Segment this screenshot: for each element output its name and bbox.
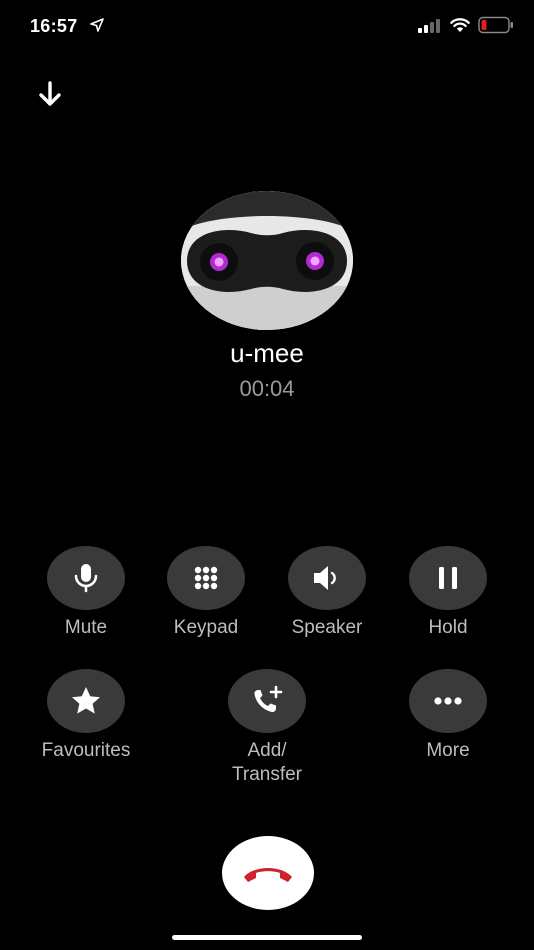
favourites-label: Favourites xyxy=(41,740,131,761)
mute-button[interactable]: Mute xyxy=(26,546,146,640)
arrow-down-icon xyxy=(39,81,61,106)
star-icon xyxy=(72,687,100,714)
home-indicator[interactable] xyxy=(172,935,362,940)
caller-avatar xyxy=(181,191,353,330)
favourites-button[interactable]: Favourites xyxy=(26,669,146,763)
more-label: More xyxy=(426,740,470,761)
speaker-label: Speaker xyxy=(291,617,363,638)
speaker-button[interactable]: Speaker xyxy=(267,546,387,640)
keypad-label: Keypad xyxy=(173,617,239,638)
speaker-icon xyxy=(314,566,336,590)
caller-name: u-mee xyxy=(230,338,304,368)
more-button[interactable]: More xyxy=(388,669,508,763)
more-dots-icon xyxy=(434,697,462,705)
status-bar: 16:57 xyxy=(0,0,534,54)
minimize-call-button[interactable] xyxy=(34,78,66,110)
hang-up-icon xyxy=(244,868,292,882)
add-transfer-label-line1: Add/ xyxy=(247,740,287,761)
keypad-button[interactable]: Keypad xyxy=(146,546,266,640)
microphone-icon xyxy=(74,564,98,593)
add-transfer-button[interactable]: Add/ Transfer xyxy=(207,669,327,787)
hold-label: Hold xyxy=(428,617,468,638)
cellular-signal-icon xyxy=(418,19,440,33)
end-call-button[interactable] xyxy=(222,836,314,910)
wifi-icon xyxy=(450,18,470,32)
call-duration: 00:04 xyxy=(239,376,295,401)
robot-avatar-icon xyxy=(181,191,353,330)
hold-button[interactable]: Hold xyxy=(388,546,508,640)
status-time: 16:57 xyxy=(30,16,78,36)
add-transfer-label-line2: Transfer xyxy=(231,764,303,785)
mute-label: Mute xyxy=(64,617,108,638)
battery-low-icon xyxy=(478,16,513,34)
location-arrow-icon xyxy=(90,18,104,32)
keypad-icon xyxy=(194,566,218,590)
pause-icon xyxy=(439,567,457,589)
add-call-icon xyxy=(254,685,283,713)
